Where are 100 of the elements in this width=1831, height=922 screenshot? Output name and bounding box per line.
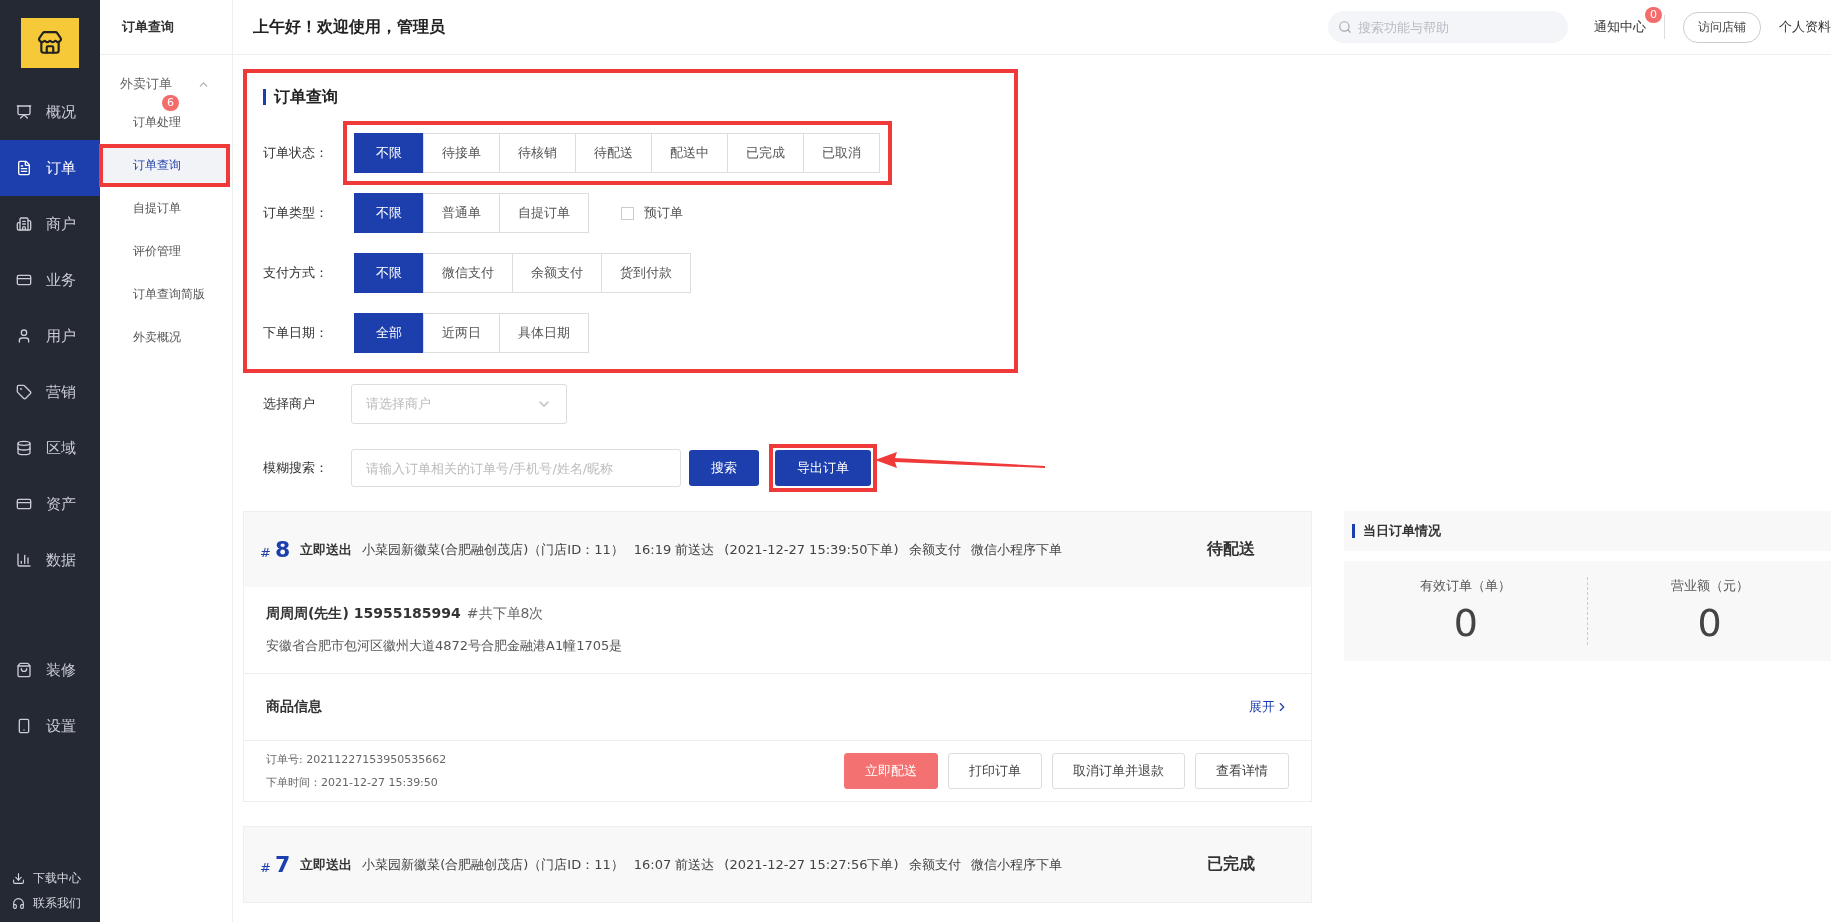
logo-icon (21, 18, 79, 68)
action-button[interactable]: 打印订单 (948, 753, 1043, 789)
visit-store-button[interactable]: 访问店铺 (1683, 11, 1761, 43)
goods-label: 商品信息 (266, 698, 322, 716)
order-info: 小菜园新徽菜(合肥融创茂店)（门店ID：11） (362, 540, 624, 559)
order-time: 下单时间：2021-12-27 15:39:50 (266, 775, 439, 790)
filter-label: 订单状态： (263, 144, 329, 162)
nav-icon (16, 216, 32, 232)
hash-mark: # (260, 545, 271, 560)
filter-option[interactable]: 普通单 (423, 193, 500, 233)
nav-item[interactable]: 区域 (0, 420, 100, 476)
nav-icon (16, 384, 32, 400)
search-input[interactable]: 请输入订单相关的订单号/手机号/姓名/昵称 (351, 449, 681, 487)
preorder-checkbox[interactable]: 预订单 (621, 204, 683, 222)
nav-item[interactable]: 设置 (0, 698, 100, 754)
nav-icon (16, 440, 32, 456)
submenu-item[interactable]: 评价管理 (103, 234, 226, 269)
filter-label: 模糊搜索： (263, 459, 329, 477)
filter-label: 下单日期： (263, 324, 329, 342)
filter-option[interactable]: 不限 (354, 193, 424, 233)
submenu-item[interactable]: 自提订单 (103, 191, 226, 226)
submenu-item[interactable]: 外卖概况 (103, 320, 226, 355)
submenu-title: 订单查询 (100, 0, 232, 55)
address-text: 安徽省合肥市包河区徽州大道4872号合肥金融港A1幢1705是 (266, 637, 624, 655)
nav-item[interactable]: 资产 (0, 476, 100, 532)
filter-label: 选择商户 (263, 395, 316, 413)
stat-label: 有效订单（单） (1420, 577, 1512, 595)
delivery-type: 立即送出 (300, 540, 353, 559)
stat-value: 0 (1697, 601, 1722, 645)
order-number: 8 (274, 537, 291, 562)
delivery-type: 立即送出 (300, 855, 353, 874)
nav-item[interactable]: 订单 (0, 140, 100, 196)
filter-option[interactable]: 待核销 (499, 133, 576, 173)
hash-mark: # (260, 860, 271, 875)
customer-info: 周周周(先生) 15955185994 (266, 605, 461, 623)
nav-icon (16, 496, 32, 512)
filter-option[interactable]: 待接单 (423, 133, 500, 173)
expand-link[interactable]: 展开 (1249, 698, 1290, 716)
order-info: 小菜园新徽菜(合肥融创茂店)（门店ID：11） (362, 855, 624, 874)
order-status: 已完成 (1207, 854, 1256, 875)
count-badge: 6 (162, 95, 179, 111)
count-badge: 0 (1645, 7, 1662, 23)
order-no: 订单号: 20211227153950535662 (266, 752, 447, 767)
order-info: 16:19 前送达 (633, 540, 715, 559)
filter-option[interactable]: 近两日 (423, 313, 500, 353)
nav-icon (16, 160, 32, 176)
filter-option[interactable]: 配送中 (651, 133, 728, 173)
nav-item[interactable]: 数据 (0, 532, 100, 588)
footer-link[interactable]: 联系我们 (12, 895, 100, 912)
order-info: 余额支付 (908, 855, 961, 874)
nav-icon (16, 272, 32, 288)
nav-item[interactable]: 用户 (0, 308, 100, 364)
filter-option[interactable]: 不限 (354, 133, 424, 173)
filter-option[interactable]: 货到付款 (601, 253, 691, 293)
export-button[interactable]: 导出订单 (775, 450, 871, 486)
nav-item[interactable]: 业务 (0, 252, 100, 308)
order-info: (2021-12-27 15:39:50下单) (724, 540, 899, 559)
greeting-text: 上午好！欢迎使用，管理员 (253, 16, 445, 38)
filter-option[interactable]: 已完成 (727, 133, 804, 173)
nav-icon (16, 662, 32, 678)
section-title: 当日订单情况 (1352, 524, 1442, 538)
stat-value: 0 (1453, 601, 1478, 645)
notice-link[interactable]: 通知中心 (1594, 18, 1646, 36)
order-count: #共下单8次 (466, 605, 544, 623)
nav-item[interactable]: 装修 (0, 642, 100, 698)
footer-link[interactable]: 下载中心 (12, 870, 100, 887)
footer-icon (12, 872, 25, 885)
footer-icon (12, 897, 25, 910)
filter-label: 订单类型： (263, 204, 329, 222)
nav-icon (16, 328, 32, 344)
order-info: 微信小程序下单 (970, 855, 1062, 874)
search-button[interactable]: 搜索 (689, 450, 759, 486)
filter-option[interactable]: 全部 (354, 313, 424, 353)
action-button[interactable]: 取消订单并退款 (1052, 753, 1186, 789)
nav-icon (16, 552, 32, 568)
order-status: 待配送 (1207, 539, 1256, 560)
filter-option[interactable]: 待配送 (575, 133, 652, 173)
stat-label: 营业额（元） (1670, 577, 1749, 595)
profile-link[interactable]: 个人资料 (1779, 18, 1831, 36)
nav-icon (16, 718, 32, 734)
filter-option[interactable]: 余额支付 (512, 253, 602, 293)
filter-option[interactable]: 不限 (354, 253, 424, 293)
filter-option[interactable]: 微信支付 (423, 253, 513, 293)
section-title: 订单查询 (263, 89, 998, 105)
nav-icon (16, 104, 32, 120)
nav-item[interactable]: 概况 (0, 84, 100, 140)
order-info: 微信小程序下单 (970, 540, 1062, 559)
order-info: (2021-12-27 15:27:56下单) (724, 855, 899, 874)
submenu-item[interactable]: 订单查询简版 (103, 277, 226, 312)
action-button[interactable]: 查看详情 (1195, 753, 1290, 789)
order-number: 7 (274, 852, 291, 877)
nav-item[interactable]: 营销 (0, 364, 100, 420)
nav-item[interactable]: 商户 (0, 196, 100, 252)
filter-option[interactable]: 具体日期 (499, 313, 589, 353)
order-info: 余额支付 (908, 540, 961, 559)
order-info: 16:07 前送达 (633, 855, 715, 874)
filter-option[interactable]: 自提订单 (499, 193, 589, 233)
search-icon (1338, 20, 1352, 34)
filter-option[interactable]: 已取消 (803, 133, 880, 173)
filter-label: 支付方式： (263, 264, 329, 282)
